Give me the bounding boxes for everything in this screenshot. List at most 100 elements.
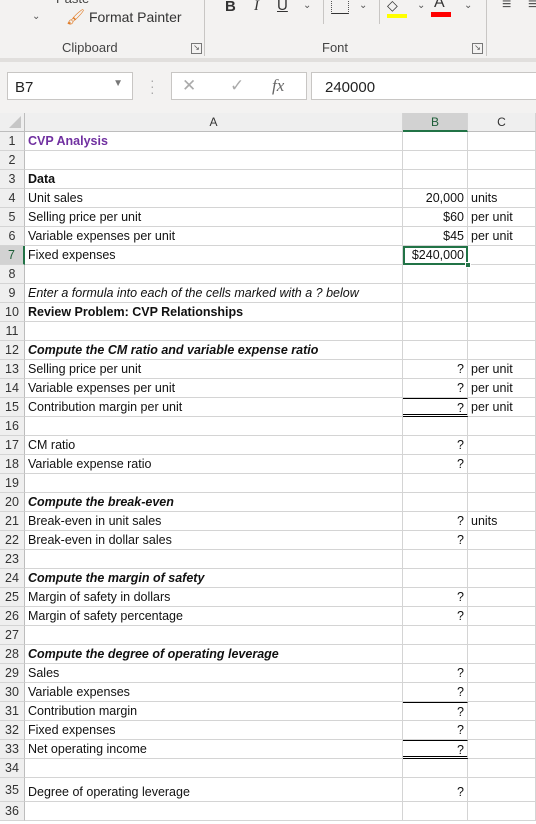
row-header[interactable]: 29 (0, 664, 25, 683)
cell-b17[interactable]: ? (403, 436, 468, 455)
cell-b21[interactable]: ? (403, 512, 468, 531)
row-header[interactable]: 18 (0, 455, 25, 474)
cell-a4[interactable]: Unit sales (25, 189, 403, 208)
cell-c11[interactable] (468, 322, 536, 341)
cell-c28[interactable] (468, 645, 536, 664)
cell-c27[interactable] (468, 626, 536, 645)
cell-c36[interactable] (468, 802, 536, 821)
cell-c7[interactable] (468, 246, 536, 265)
row-header[interactable]: 23 (0, 550, 25, 569)
cell-a9[interactable]: Enter a formula into each of the cells m… (25, 284, 403, 303)
cell-c4[interactable]: units (468, 189, 536, 208)
row-header[interactable]: 33 (0, 740, 25, 759)
cell-c29[interactable] (468, 664, 536, 683)
font-color-dropdown-icon[interactable]: ⌄ (464, 0, 472, 11)
row-header[interactable]: 30 (0, 683, 25, 702)
cell-a29[interactable]: Sales (25, 664, 403, 683)
cell-c35[interactable] (468, 778, 536, 802)
cell-b9[interactable] (403, 284, 468, 303)
row-header[interactable]: 20 (0, 493, 25, 512)
cell-b35[interactable]: ? (403, 778, 468, 802)
fill-handle[interactable] (465, 262, 471, 268)
cell-a17[interactable]: CM ratio (25, 436, 403, 455)
cell-a26[interactable]: Margin of safety percentage (25, 607, 403, 626)
row-header[interactable]: 22 (0, 531, 25, 550)
cell-c2[interactable] (468, 151, 536, 170)
row-header[interactable]: 31 (0, 702, 25, 721)
borders-dropdown-icon[interactable]: ⌄ (359, 0, 367, 11)
fill-dropdown-icon[interactable]: ⌄ (417, 0, 425, 11)
row-header[interactable]: 21 (0, 512, 25, 531)
cell-c30[interactable] (468, 683, 536, 702)
row-header[interactable]: 28 (0, 645, 25, 664)
cell-a15[interactable]: Contribution margin per unit (25, 398, 403, 417)
cell-c3[interactable] (468, 170, 536, 189)
cell-b5[interactable]: $60 (403, 208, 468, 227)
font-launcher-icon[interactable]: ↘ (472, 43, 483, 54)
cell-c17[interactable] (468, 436, 536, 455)
cell-a36[interactable] (25, 802, 403, 821)
row-header[interactable]: 26 (0, 607, 25, 626)
cell-a19[interactable] (25, 474, 403, 493)
cell-c15[interactable]: per unit (468, 398, 536, 417)
cell-b30[interactable]: ? (403, 683, 468, 702)
insert-function-icon[interactable]: fx (272, 76, 284, 96)
row-header[interactable]: 5 (0, 208, 25, 227)
cell-c20[interactable] (468, 493, 536, 512)
cell-c13[interactable]: per unit (468, 360, 536, 379)
cell-a24[interactable]: Compute the margin of safety (25, 569, 403, 588)
borders-icon[interactable] (331, 0, 349, 14)
cell-b11[interactable] (403, 322, 468, 341)
cell-c26[interactable] (468, 607, 536, 626)
cell-b23[interactable] (403, 550, 468, 569)
cell-c22[interactable] (468, 531, 536, 550)
cell-c1[interactable] (468, 132, 536, 151)
font-color-button[interactable]: A (431, 0, 451, 17)
cancel-icon[interactable]: ✕ (182, 76, 196, 96)
underline-dropdown-icon[interactable]: ⌄ (303, 0, 311, 11)
cell-a3[interactable]: Data (25, 170, 403, 189)
cell-a7[interactable]: Fixed expenses (25, 246, 403, 265)
cell-c24[interactable] (468, 569, 536, 588)
row-header[interactable]: 15 (0, 398, 25, 417)
format-painter-button[interactable]: 🖌 Format Painter (66, 8, 182, 26)
row-header[interactable]: 10 (0, 303, 25, 322)
column-header-a[interactable]: A (25, 113, 403, 132)
column-header-c[interactable]: C (468, 113, 536, 132)
row-header[interactable]: 9 (0, 284, 25, 303)
cell-c16[interactable] (468, 417, 536, 436)
cell-a33[interactable]: Net operating income (25, 740, 403, 759)
formula-input[interactable]: 240000 (311, 72, 536, 100)
cell-b3[interactable] (403, 170, 468, 189)
cell-b15[interactable]: ? (403, 398, 468, 417)
cell-b33[interactable]: ? (403, 740, 468, 759)
resize-handle-icon[interactable]: · · · (150, 73, 156, 99)
cell-a31[interactable]: Contribution margin (25, 702, 403, 721)
row-header[interactable]: 13 (0, 360, 25, 379)
cell-c21[interactable]: units (468, 512, 536, 531)
align-left-icon[interactable]: ≡ (502, 0, 511, 14)
cell-b10[interactable] (403, 303, 468, 322)
cell-a13[interactable]: Selling price per unit (25, 360, 403, 379)
cell-b32[interactable]: ? (403, 721, 468, 740)
cell-c31[interactable] (468, 702, 536, 721)
cell-c33[interactable] (468, 740, 536, 759)
paste-dropdown-icon[interactable]: ⌄ (32, 11, 40, 22)
cell-a14[interactable]: Variable expenses per unit (25, 379, 403, 398)
cell-b4[interactable]: 20,000 (403, 189, 468, 208)
cell-b31[interactable]: ? (403, 702, 468, 721)
cell-a10[interactable]: Review Problem: CVP Relationships (25, 303, 403, 322)
row-header[interactable]: 17 (0, 436, 25, 455)
row-header[interactable]: 14 (0, 379, 25, 398)
cell-b22[interactable]: ? (403, 531, 468, 550)
cell-b14[interactable]: ? (403, 379, 468, 398)
cell-a5[interactable]: Selling price per unit (25, 208, 403, 227)
cell-b1[interactable] (403, 132, 468, 151)
cell-b36[interactable] (403, 802, 468, 821)
cell-b2[interactable] (403, 151, 468, 170)
row-header[interactable]: 35 (0, 778, 25, 802)
cell-b7[interactable]: $240,000 (403, 246, 471, 268)
cell-c25[interactable] (468, 588, 536, 607)
cell-b16[interactable] (403, 417, 468, 436)
cell-a18[interactable]: Variable expense ratio (25, 455, 403, 474)
